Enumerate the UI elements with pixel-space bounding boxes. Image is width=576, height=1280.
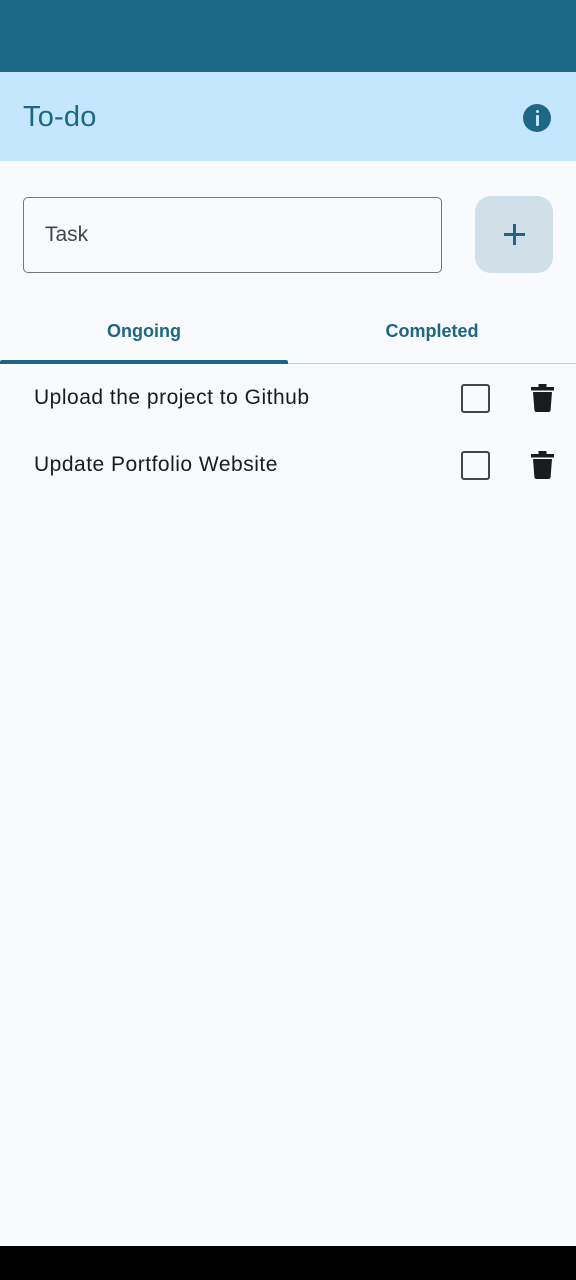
task-row: Update Portfolio Website bbox=[0, 432, 576, 499]
task-input[interactable] bbox=[23, 197, 442, 273]
navigation-bar bbox=[0, 1246, 576, 1280]
app-bar: To-do bbox=[0, 72, 576, 161]
app-title: To-do bbox=[23, 101, 97, 133]
task-row: Upload the project to Github bbox=[0, 365, 576, 432]
tab-ongoing[interactable]: Ongoing bbox=[0, 298, 288, 364]
task-checkbox[interactable] bbox=[461, 384, 490, 413]
tab-ongoing-label: Ongoing bbox=[107, 321, 181, 341]
delete-task-button[interactable] bbox=[531, 451, 554, 479]
task-text: Update Portfolio Website bbox=[34, 453, 278, 476]
info-icon[interactable] bbox=[523, 104, 551, 132]
trash-icon bbox=[531, 384, 554, 412]
task-checkbox[interactable] bbox=[461, 451, 490, 480]
tab-completed-label: Completed bbox=[385, 321, 479, 341]
task-text: Upload the project to Github bbox=[34, 386, 310, 409]
add-task-button[interactable] bbox=[475, 196, 553, 273]
tab-bar: Ongoing Completed bbox=[0, 298, 576, 364]
status-bar bbox=[0, 0, 576, 72]
trash-icon bbox=[531, 451, 554, 479]
delete-task-button[interactable] bbox=[531, 384, 554, 412]
tab-completed[interactable]: Completed bbox=[288, 298, 576, 362]
tab-indicator bbox=[0, 359, 288, 364]
